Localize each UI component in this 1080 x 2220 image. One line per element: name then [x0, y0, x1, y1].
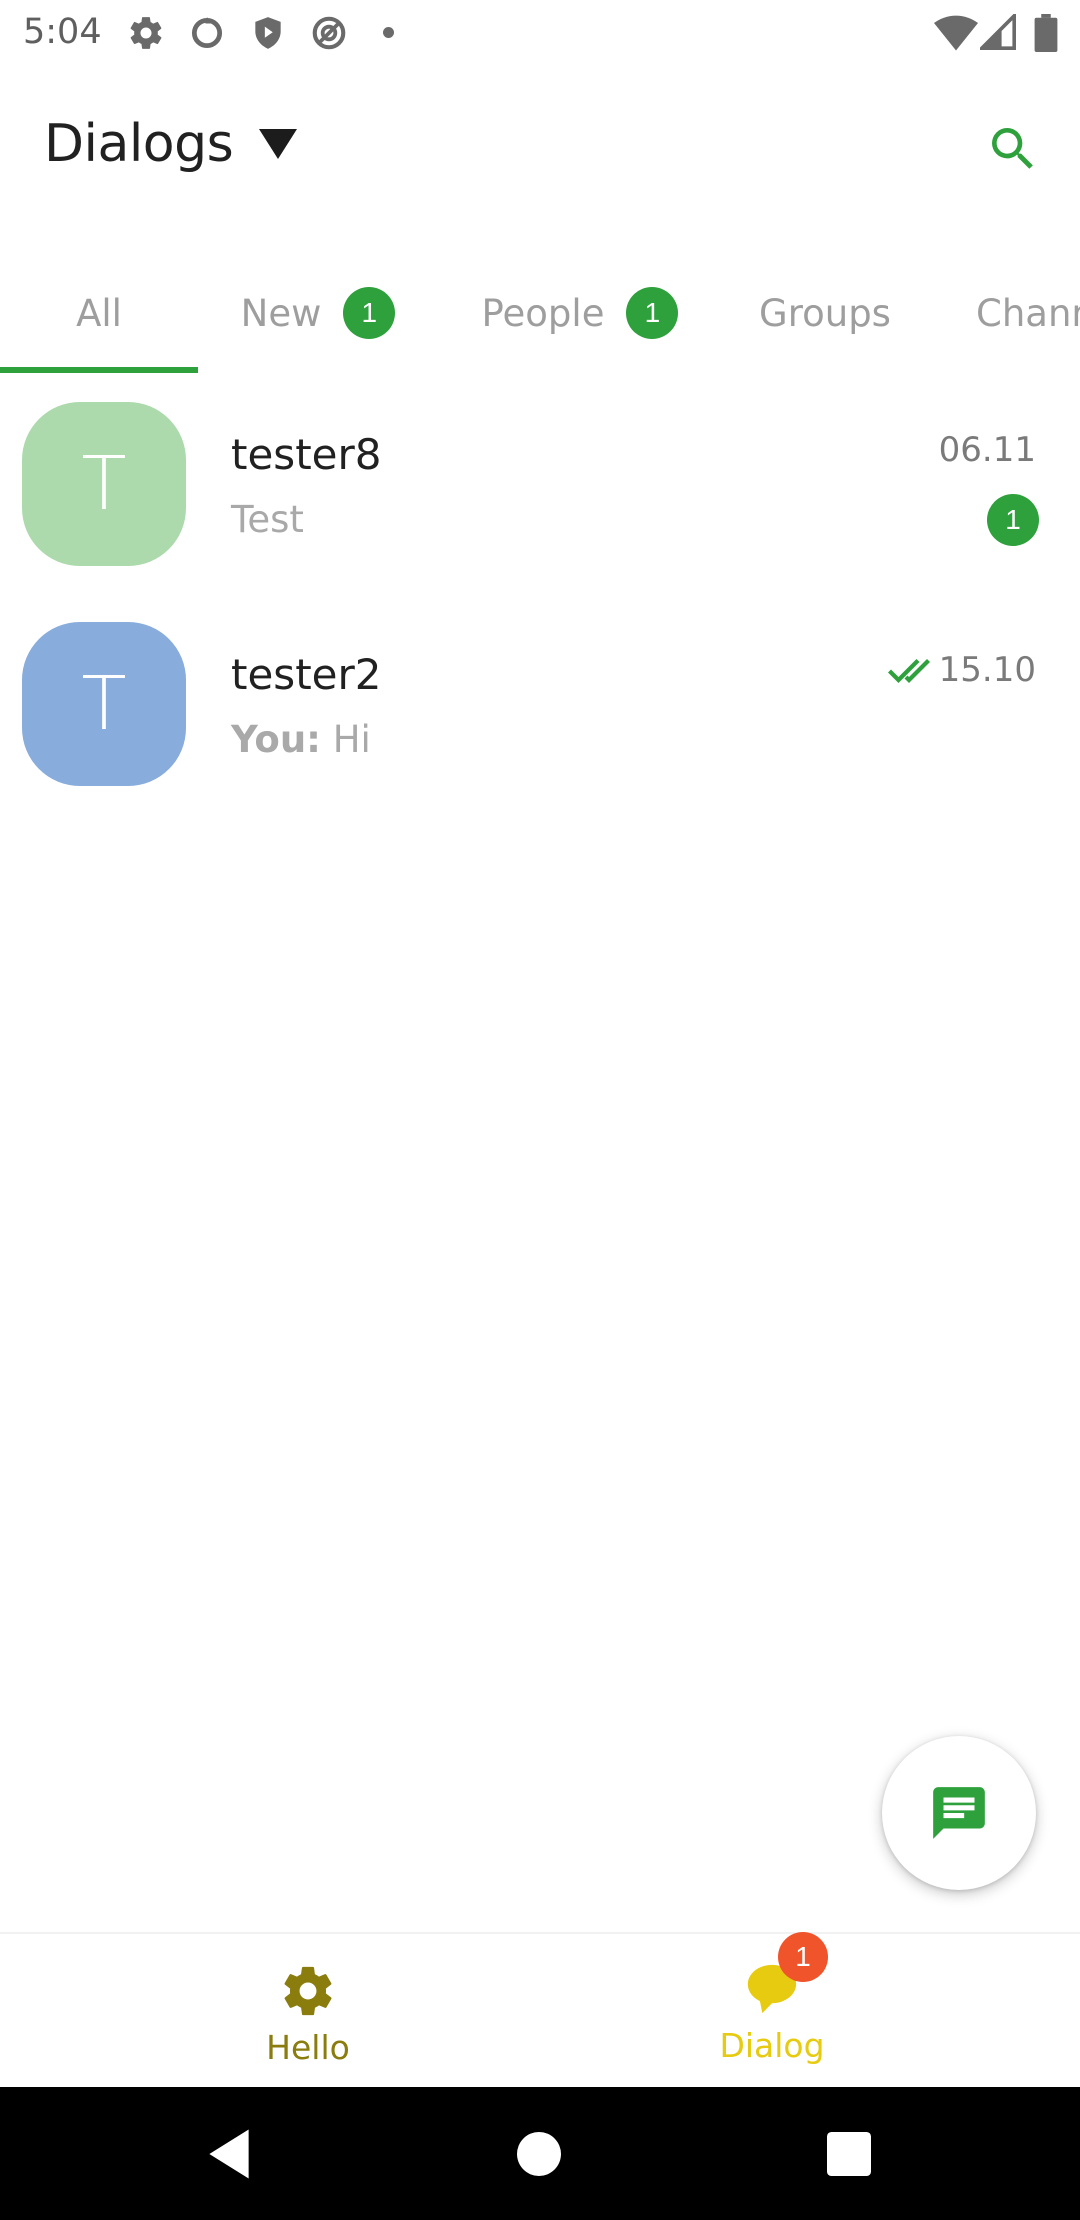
recents-icon — [827, 2132, 871, 2176]
tab-channels[interactable]: Channels — [976, 252, 1080, 374]
dialog-name: tester8 — [231, 430, 382, 479]
nav-label: Hello — [266, 2028, 350, 2067]
wifi-icon — [934, 15, 978, 51]
unread-badge: 1 — [343, 287, 396, 339]
triangle-down-icon — [259, 129, 298, 159]
tab-label: People — [481, 291, 605, 335]
signal-icon — [980, 14, 1016, 50]
new-message-button[interactable] — [882, 1736, 1036, 1890]
back-icon — [209, 2129, 249, 2179]
dialogs-selector[interactable]: Dialogs — [44, 114, 298, 174]
unread-badge: 1 — [626, 287, 679, 339]
dialog-preview-text: Test — [231, 498, 304, 541]
system-nav-bar — [0, 2087, 1080, 2220]
gear-icon — [284, 1966, 332, 2016]
tab-label: All — [76, 291, 122, 335]
dialog-item[interactable]: T tester2 You: Hi 15.10 — [0, 612, 1080, 822]
home-icon — [517, 2132, 561, 2176]
dialog-preview: Test — [231, 498, 304, 541]
avatar: T — [22, 402, 186, 566]
dialog-item[interactable]: T tester8 Test 06.11 1 — [0, 392, 1080, 602]
avatar-letter: T — [81, 661, 127, 747]
top-bar: Dialogs — [0, 66, 1080, 226]
dialog-unread-badge: 1 — [778, 1932, 828, 1982]
tab-label: Channels — [976, 291, 1080, 335]
message-icon — [933, 1787, 985, 1839]
avatar: T — [22, 622, 186, 786]
back-button[interactable] — [196, 2121, 262, 2187]
nav-label: Dialog — [719, 2026, 825, 2065]
tab-label: Groups — [759, 291, 891, 335]
tab-new[interactable]: New 1 — [218, 252, 418, 374]
dot-icon — [383, 27, 394, 38]
home-button[interactable] — [506, 2121, 572, 2187]
shield-icon — [255, 17, 281, 49]
dialog-date: 06.11 — [938, 430, 1036, 470]
dialog-preview-sender: You: — [231, 718, 321, 761]
avatar-letter: T — [81, 441, 127, 527]
gear-icon — [130, 17, 162, 49]
page-title: Dialogs — [44, 114, 234, 174]
dialog-date: 15.10 — [938, 650, 1036, 690]
search-button[interactable] — [978, 114, 1048, 184]
sync-icon — [312, 16, 346, 50]
tab-people[interactable]: People 1 — [470, 252, 690, 374]
dialog-tabs: All New 1 People 1 Groups Channels — [0, 252, 1080, 374]
nav-item-hello[interactable]: Hello — [208, 1934, 408, 2089]
bottom-nav: Hello Dialog — [0, 1932, 1080, 2087]
tab-groups[interactable]: Groups — [740, 252, 910, 374]
recents-button[interactable] — [816, 2121, 882, 2187]
nav-item-dialog[interactable]: Dialog — [672, 1934, 872, 2089]
tab-indicator — [0, 367, 198, 373]
battery-icon — [1034, 14, 1058, 52]
search-icon — [992, 128, 1033, 169]
dialog-name: tester2 — [231, 650, 382, 699]
dialog-preview: You: Hi — [231, 718, 371, 761]
double-check-icon — [888, 659, 930, 683]
dialog-preview-text: Hi — [332, 718, 371, 761]
tab-label: New — [240, 291, 322, 335]
unread-badge: 1 — [987, 494, 1039, 546]
circle-icon — [191, 17, 223, 49]
status-time: 5:04 — [23, 12, 102, 52]
status-bar: 5:04 — [0, 0, 1080, 66]
tab-all[interactable]: All — [0, 252, 198, 374]
